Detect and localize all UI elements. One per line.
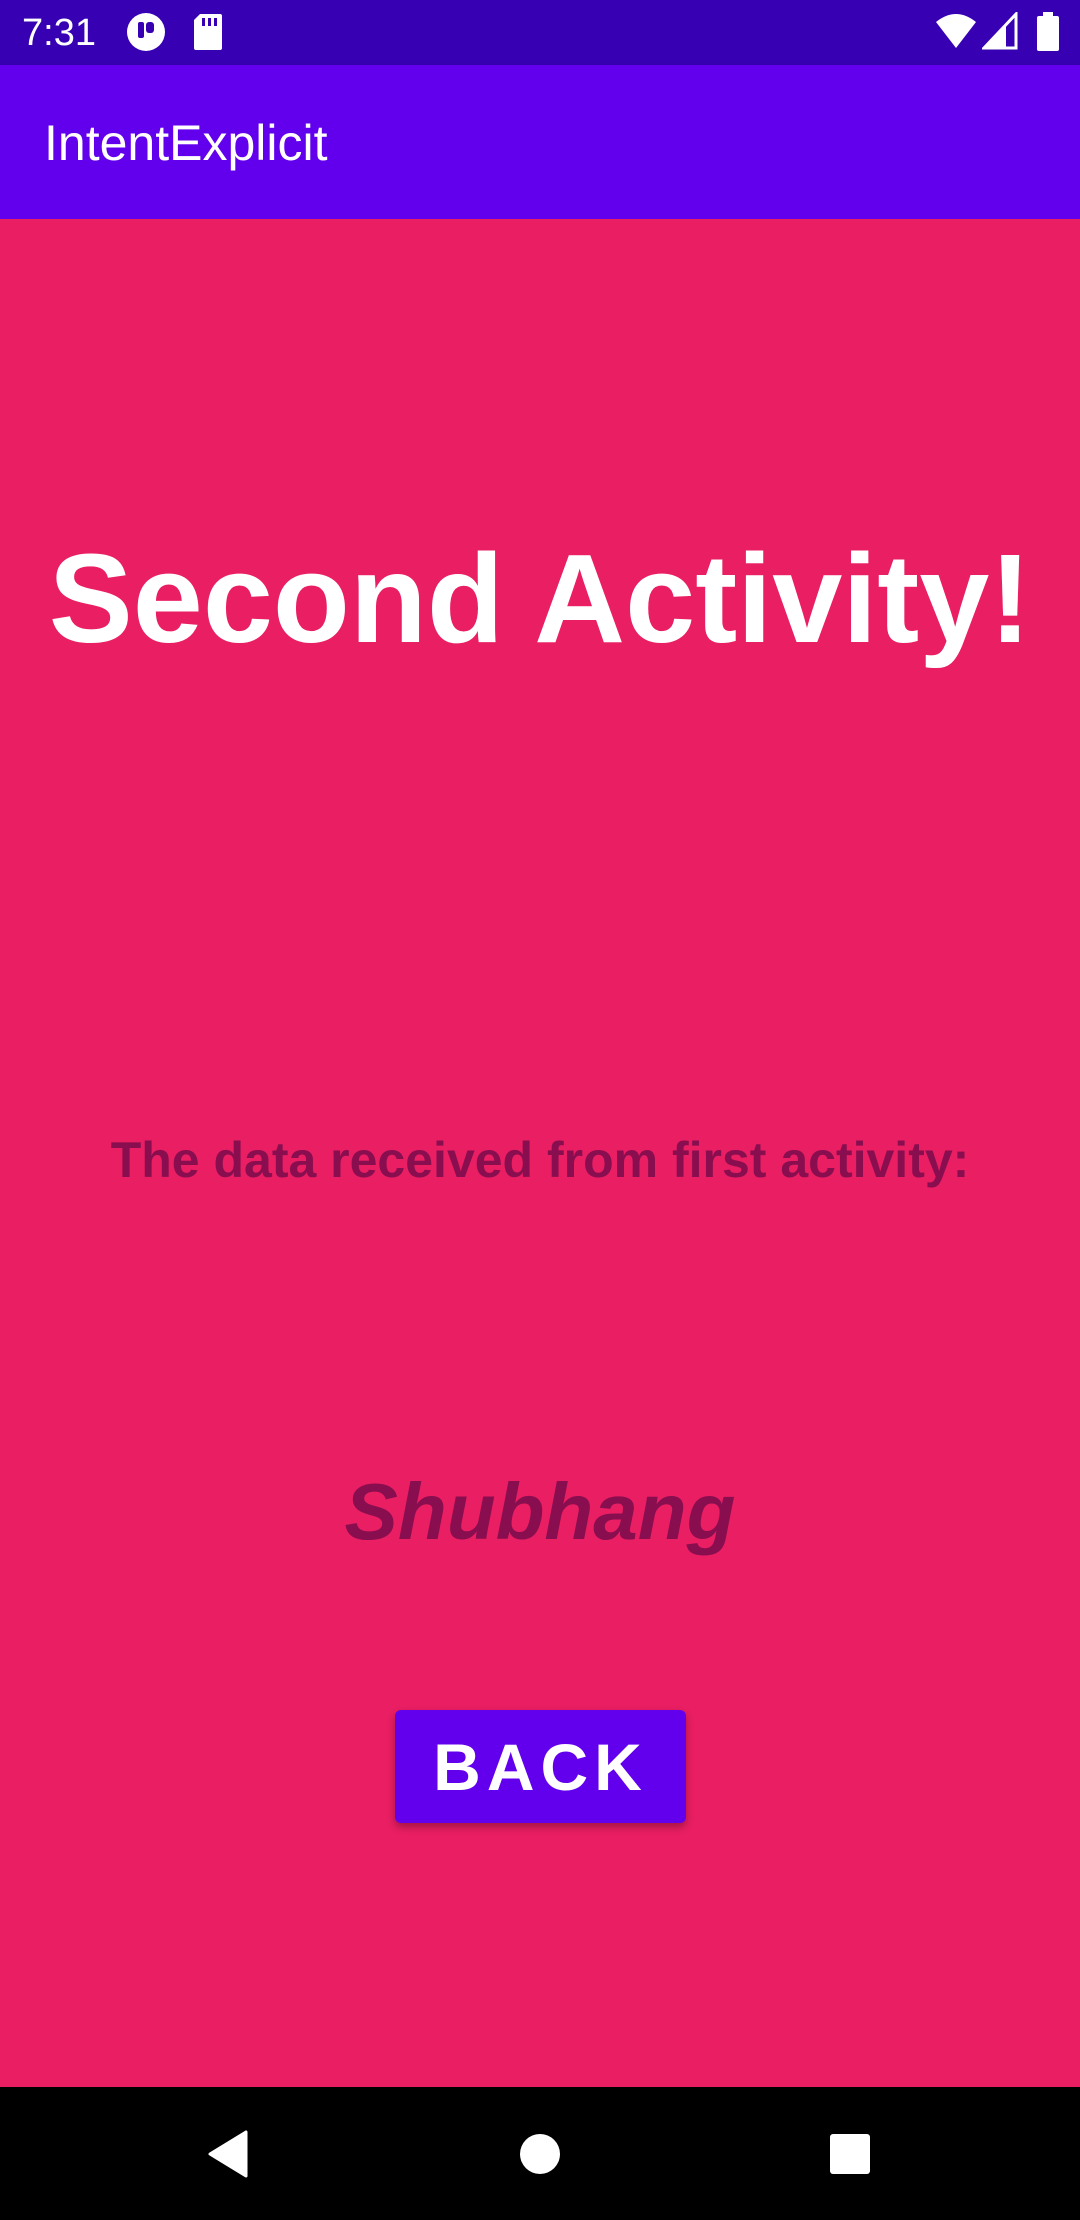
- back-triangle-icon: [208, 2130, 248, 2177]
- status-bar: 7:31: [0, 0, 1080, 65]
- wifi-icon: [934, 12, 978, 55]
- recents-square-icon: [830, 2133, 870, 2174]
- back-button[interactable]: BACK: [395, 1710, 686, 1823]
- navigation-bar: [0, 2087, 1080, 2220]
- pocket-icon: [126, 12, 166, 57]
- nav-recents-button[interactable]: [750, 2087, 950, 2220]
- nav-back-button[interactable]: [128, 2087, 328, 2220]
- page-heading: Second Activity!: [48, 528, 1032, 669]
- received-data-value: Shubhang: [344, 1467, 736, 1556]
- home-circle-icon: [520, 2133, 560, 2174]
- app-bar: IntentExplicit: [0, 65, 1080, 219]
- nav-home-button[interactable]: [440, 2087, 640, 2220]
- battery-icon: [1036, 12, 1060, 57]
- app-title: IntentExplicit: [44, 115, 328, 171]
- data-received-label: The data received from first activity:: [110, 1132, 970, 1188]
- sd-card-icon: [192, 12, 224, 57]
- signal-icon: [980, 10, 1018, 55]
- main-content: Second Activity! The data received from …: [0, 219, 1080, 2087]
- status-time: 7:31: [22, 12, 96, 54]
